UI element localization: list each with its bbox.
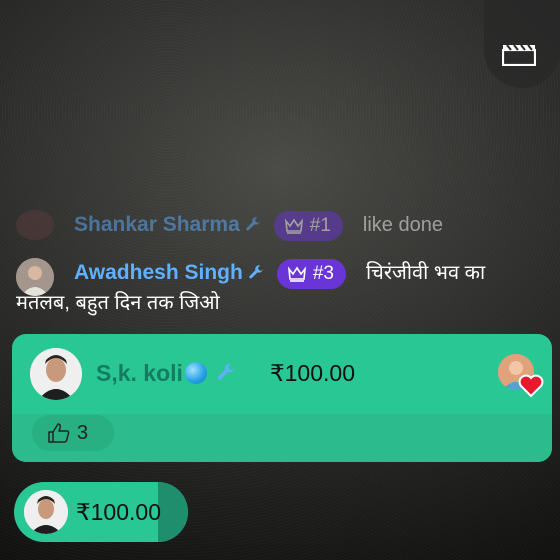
chat-username[interactable]: Shankar Sharma: [74, 213, 240, 236]
avatar[interactable]: [30, 348, 82, 400]
super-chat-card[interactable]: S,k. koli ₹100.00 3: [12, 334, 552, 462]
rank-label: #3: [312, 263, 334, 284]
super-chat-pill[interactable]: ₹100.00: [14, 482, 188, 542]
wrench-icon: [249, 265, 263, 279]
chat-username[interactable]: Awadhesh Singh: [74, 261, 243, 284]
super-chat-username[interactable]: S,k. koli: [96, 360, 237, 387]
clip-button[interactable]: [484, 0, 560, 88]
wrench-icon: [217, 363, 235, 380]
avatar-photo: [24, 490, 68, 534]
super-chat-footer: 3: [12, 414, 552, 462]
like-count: 3: [77, 422, 89, 444]
avatar-photo: [30, 348, 82, 400]
chat-text-continued: मतलब, बहुत दिन तक जिओ: [16, 292, 220, 314]
blue-dot-icon: [184, 362, 207, 384]
chat-message: Awadhesh Singh #3 चिरंजीवी भव का मतलब, बहु…: [16, 258, 542, 314]
thumbs-up-icon: [48, 423, 70, 443]
avatar[interactable]: [16, 210, 54, 240]
chat-text: like done: [362, 214, 443, 236]
crown-icon: [287, 266, 306, 282]
avatar: [24, 490, 68, 534]
crown-icon: [284, 218, 303, 234]
super-chat-header: S,k. koli ₹100.00: [12, 334, 552, 414]
chat-message: Shankar Sharma #1 like done: [16, 210, 542, 241]
video-clapper-icon: [502, 44, 536, 66]
pill-progress-end: [158, 482, 188, 542]
wrench-icon: [246, 217, 260, 231]
super-chat-amount: ₹100.00: [270, 360, 355, 386]
username-text: S,k. koli: [96, 360, 183, 386]
chat-text: चिरंजीवी भव का: [365, 262, 486, 284]
rank-label: #1: [309, 215, 331, 236]
pill-amount: ₹100.00: [76, 499, 161, 525]
heart-icon: [518, 374, 544, 398]
rank-badge: #1: [273, 211, 343, 241]
like-button[interactable]: 3: [32, 415, 114, 451]
rank-badge: #3: [276, 259, 346, 289]
